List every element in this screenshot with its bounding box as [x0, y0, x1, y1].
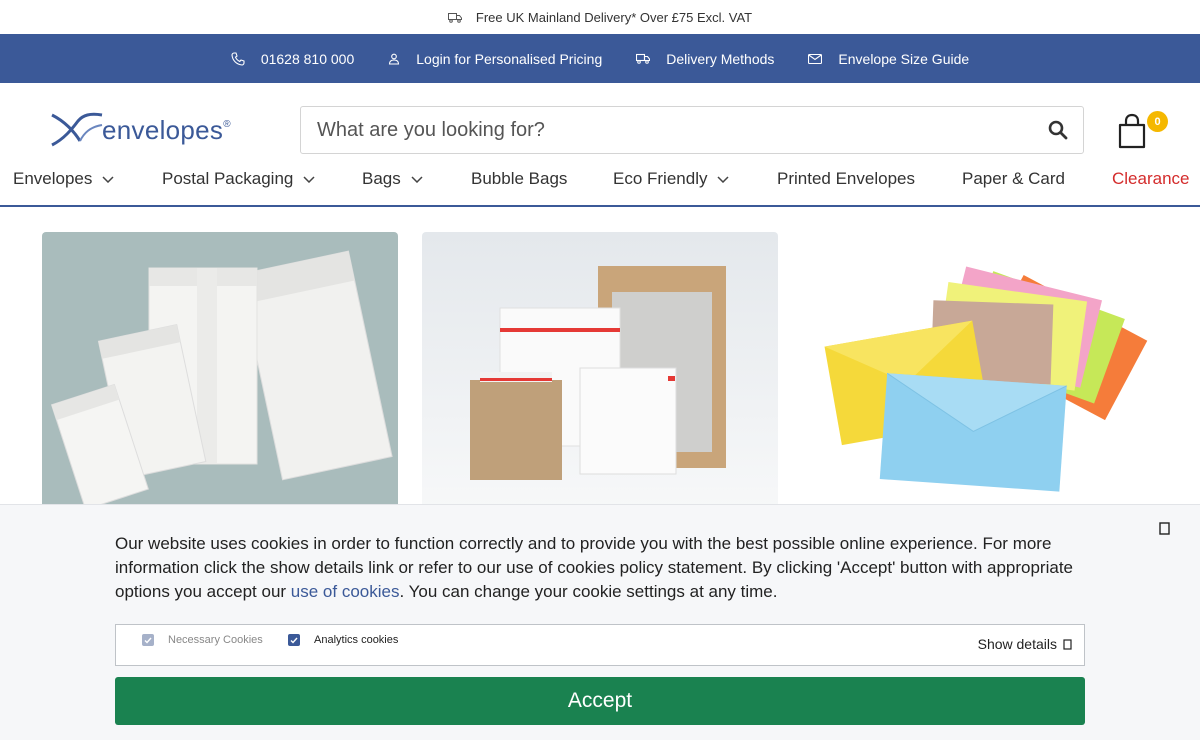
- cookie-consent-panel: Our website uses cookies in order to fun…: [0, 504, 1200, 740]
- chevron-down-icon: [411, 175, 423, 183]
- chevron-down-icon: [717, 175, 730, 183]
- shopping-bag-icon: [1118, 113, 1146, 149]
- accept-cookies-button[interactable]: Accept: [115, 677, 1085, 725]
- show-details-label: Show details: [977, 636, 1057, 652]
- analytics-cookies-label: Analytics cookies: [314, 634, 399, 646]
- chevron-down-icon: [303, 175, 315, 183]
- cart-button[interactable]: 0: [1117, 111, 1169, 151]
- product-image-postal-packaging: [470, 266, 726, 480]
- analytics-cookies-checkbox[interactable]: [288, 634, 300, 646]
- logo-wordmark: envelopes®: [102, 114, 231, 145]
- search-input[interactable]: [301, 118, 1033, 142]
- cookie-message: Our website uses cookies in order to fun…: [115, 534, 1074, 601]
- main-nav: Envelopes Postal Packaging Bags Bubble B…: [0, 161, 1200, 207]
- product-grid: [0, 232, 1200, 512]
- nav-item-eco-friendly[interactable]: Eco Friendly: [613, 169, 730, 189]
- delivery-methods-label: Delivery Methods: [666, 50, 775, 67]
- product-image-glassine-bags: [50, 250, 393, 511]
- logo-mark-icon: [51, 112, 103, 147]
- necessary-cookies-option: Necessary Cookies: [142, 634, 263, 646]
- nav-item-printed-envelopes[interactable]: Printed Envelopes: [777, 169, 915, 189]
- nav-item-paper-card[interactable]: Paper & Card: [962, 169, 1065, 189]
- search-box: [300, 106, 1084, 154]
- product-card-glassine-bags[interactable]: [42, 232, 398, 512]
- cookie-options-box: Necessary Cookies Analytics cookies Show…: [115, 624, 1085, 666]
- phone-link[interactable]: 01628 810 000: [231, 51, 354, 67]
- search-icon: [1048, 120, 1068, 140]
- use-of-cookies-link[interactable]: use of cookies: [291, 582, 400, 601]
- login-label: Login for Personalised Pricing: [416, 50, 603, 67]
- truck-icon: [636, 53, 651, 64]
- site-header: envelopes® 0: [0, 83, 1200, 161]
- site-logo[interactable]: envelopes®: [50, 111, 231, 149]
- promo-bar: Free UK Mainland Delivery* Over £75 Excl…: [0, 0, 1200, 34]
- nav-item-postal-packaging[interactable]: Postal Packaging: [162, 169, 315, 189]
- search-button[interactable]: [1033, 107, 1083, 153]
- chevron-down-icon: [102, 175, 114, 183]
- nav-item-bags[interactable]: Bags: [362, 169, 423, 189]
- envelope-icon: [808, 53, 823, 64]
- checkmark-icon: [290, 637, 298, 644]
- close-icon: [1159, 522, 1170, 535]
- nav-item-bubble-bags[interactable]: Bubble Bags: [471, 169, 567, 189]
- necessary-cookies-label: Necessary Cookies: [168, 634, 263, 646]
- necessary-cookies-checkbox: [142, 634, 154, 646]
- truck-icon: [447, 12, 462, 23]
- user-icon: [388, 53, 400, 65]
- size-guide-label: Envelope Size Guide: [838, 50, 970, 67]
- phone-number: 01628 810 000: [260, 50, 355, 67]
- delivery-methods-link[interactable]: Delivery Methods: [636, 51, 774, 67]
- cart-count-badge: 0: [1147, 111, 1168, 132]
- login-link[interactable]: Login for Personalised Pricing: [388, 51, 602, 67]
- product-image-coloured-envelopes: [824, 266, 1148, 492]
- product-card-postal-packaging[interactable]: [422, 232, 778, 512]
- size-guide-link[interactable]: Envelope Size Guide: [808, 51, 969, 67]
- nav-item-envelopes[interactable]: Envelopes: [13, 169, 114, 189]
- product-card-coloured-envelopes[interactable]: [802, 232, 1158, 512]
- expand-icon: [1063, 638, 1072, 650]
- top-bar: 01628 810 000 Login for Personalised Pri…: [0, 34, 1200, 83]
- promo-text: Free UK Mainland Delivery* Over £75 Excl…: [475, 9, 753, 25]
- phone-icon: [231, 51, 245, 66]
- analytics-cookies-option[interactable]: Analytics cookies: [288, 634, 398, 646]
- nav-item-clearance[interactable]: Clearance: [1112, 169, 1190, 189]
- checkmark-icon: [144, 637, 152, 644]
- show-details-toggle[interactable]: Show details: [978, 636, 1072, 652]
- cookie-close-button[interactable]: [1159, 522, 1171, 536]
